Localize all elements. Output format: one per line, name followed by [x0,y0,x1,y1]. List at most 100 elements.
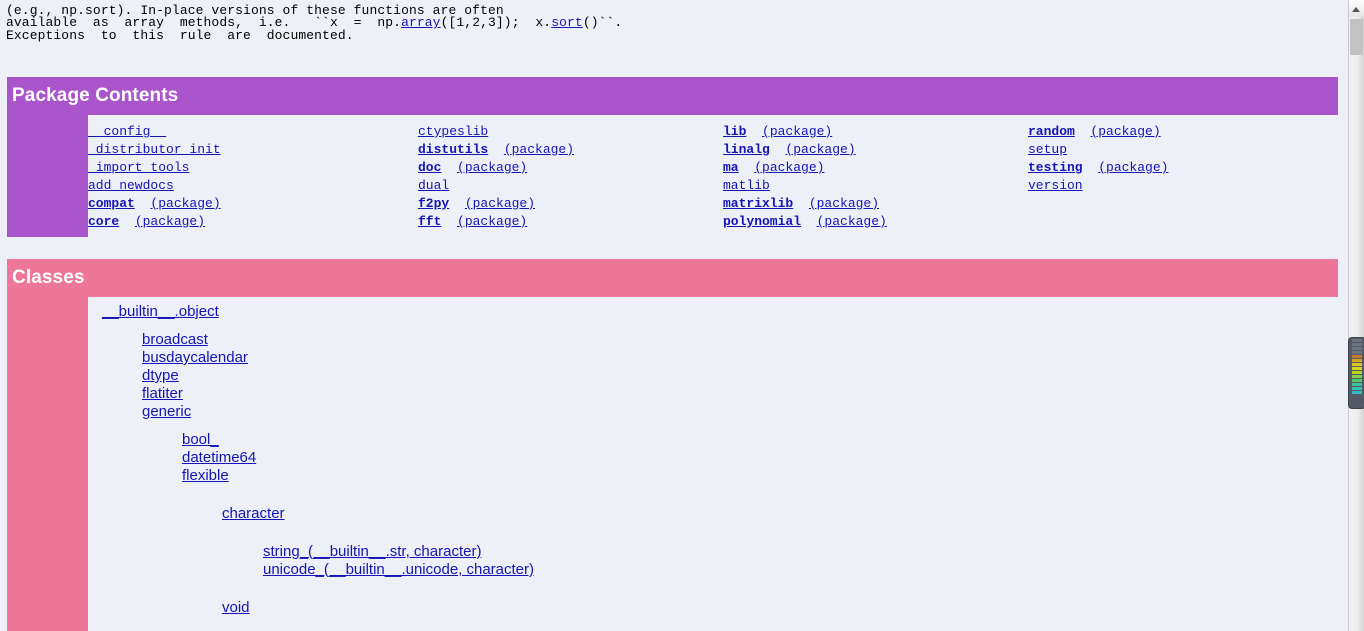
package-item[interactable]: random (package) [1028,123,1168,141]
package-link[interactable]: compat [88,196,135,211]
class-link-dtype[interactable]: dtype [142,367,179,384]
package-link[interactable]: __config__ [88,124,166,139]
package-item[interactable]: __config__ [88,123,418,141]
package-link[interactable]: ma [723,160,739,175]
tree-item[interactable]: broadcast [88,331,1348,349]
package-link[interactable]: distutils [418,142,488,157]
package-contents-gutter [7,114,88,237]
package-link[interactable]: testing [1028,160,1083,175]
tree-item[interactable]: void [88,599,1348,617]
classes-content: __builtin__.object broadcast busdaycalen… [88,296,1348,631]
package-link[interactable]: polynomial [723,214,801,229]
package-kind-label[interactable]: (package) [457,160,527,175]
package-link[interactable]: matlib [723,178,770,193]
tree-item[interactable]: character [88,505,1348,523]
class-link-object[interactable]: __builtin__.object [102,303,219,320]
scrollbar-track-top-block[interactable] [1350,19,1363,55]
package-item[interactable]: f2py (package) [418,195,723,213]
package-kind-label[interactable]: (package) [754,160,824,175]
package-item[interactable]: testing (package) [1028,159,1168,177]
class-tree: __builtin__.object broadcast busdaycalen… [88,297,1348,631]
class-link-busdaycalendar[interactable]: busdaycalendar [142,349,248,366]
package-item[interactable]: ma (package) [723,159,1028,177]
package-link[interactable]: _import_tools [88,160,189,175]
package-item[interactable]: matrixlib (package) [723,195,1028,213]
tree-item[interactable]: datetime64 [88,449,1348,467]
package-item[interactable]: add_newdocs [88,177,418,195]
package-kind-label[interactable]: (package) [762,124,832,139]
package-link[interactable]: f2py [418,196,449,211]
scrollbar-thumb[interactable] [1349,338,1364,408]
tree-item[interactable]: string_(__builtin__.str, character) [88,543,1348,561]
package-contents-section: Package Contents __config__ _distributor… [0,76,1348,237]
tree-item[interactable]: busdaycalendar [88,349,1348,367]
package-link[interactable]: linalg [723,142,770,157]
package-kind-label[interactable]: (package) [135,214,205,229]
package-link[interactable]: core [88,214,119,229]
tree-item[interactable]: __builtin__.object [88,303,1348,321]
class-link-generic[interactable]: generic [142,403,191,420]
package-link[interactable]: setup [1028,142,1067,157]
package-link[interactable]: _distributor_init [88,142,221,157]
package-item[interactable]: linalg (package) [723,141,1028,159]
package-link[interactable]: doc [418,160,441,175]
package-link[interactable]: random [1028,124,1075,139]
class-link-character[interactable]: character [222,505,285,522]
package-item[interactable]: core (package) [88,213,418,231]
package-link[interactable]: fft [418,214,441,229]
scrollbar-thumb-stripe [1352,339,1362,342]
package-kind-label[interactable]: (package) [465,196,535,211]
tree-item[interactable]: bool_ [88,431,1348,449]
package-kind-label[interactable]: (package) [1090,124,1160,139]
class-link-broadcast[interactable]: broadcast [142,331,208,348]
package-item[interactable]: lib (package) [723,123,1028,141]
package-link[interactable]: matrixlib [723,196,793,211]
tree-item[interactable]: generic [88,403,1348,421]
scroll-up-arrow-icon[interactable] [1349,0,1364,17]
tree-item[interactable]: flatiter [88,385,1348,403]
package-item[interactable]: _distributor_init [88,141,418,159]
scrollbar-thumb-stripe [1352,371,1362,374]
package-link[interactable]: ctypeslib [418,124,488,139]
scrollbar-thumb-stripe [1352,359,1362,362]
class-link-bool[interactable]: bool_ [182,431,219,448]
package-kind-label[interactable]: (package) [150,196,220,211]
class-link-flexible[interactable]: flexible [182,467,229,484]
package-item[interactable]: dual [418,177,723,195]
package-kind-label[interactable]: (package) [809,196,879,211]
package-link[interactable]: dual [418,178,449,193]
package-item[interactable]: setup [1028,141,1168,159]
package-item[interactable]: distutils (package) [418,141,723,159]
package-link[interactable]: lib [723,124,746,139]
tree-item[interactable]: dtype [88,367,1348,385]
package-item[interactable]: fft (package) [418,213,723,231]
package-item[interactable]: _import_tools [88,159,418,177]
class-link-unicode[interactable]: unicode_ [263,561,324,578]
package-kind-label[interactable]: (package) [1098,160,1168,175]
package-kind-label[interactable]: (package) [817,214,887,229]
sort-link[interactable]: sort [551,15,583,30]
package-item[interactable]: version [1028,177,1168,195]
scrollbar-thumb-stripe [1352,343,1362,346]
class-link-datetime64[interactable]: datetime64 [182,449,256,466]
tree-item[interactable]: flexible [88,467,1348,485]
package-link[interactable]: version [1028,178,1083,193]
package-kind-label[interactable]: (package) [504,142,574,157]
tree-item[interactable]: unicode_(__builtin__.unicode, character) [88,561,1348,579]
package-kind-label[interactable]: (package) [785,142,855,157]
package-item[interactable]: doc (package) [418,159,723,177]
package-item[interactable]: matlib [723,177,1028,195]
array-link[interactable]: array [401,15,441,30]
package-item[interactable]: ctypeslib [418,123,723,141]
vertical-scrollbar[interactable] [1348,0,1364,631]
class-link-void[interactable]: void [222,599,250,616]
package-link[interactable]: add_newdocs [88,178,174,193]
class-link-string[interactable]: string_ [263,543,308,560]
class-link-flatiter[interactable]: flatiter [142,385,183,402]
documentation-page: (e.g., np.sort). In-place versions of th… [0,0,1348,631]
package-item[interactable]: polynomial (package) [723,213,1028,231]
package-kind-label[interactable]: (package) [457,214,527,229]
package-item[interactable]: compat (package) [88,195,418,213]
